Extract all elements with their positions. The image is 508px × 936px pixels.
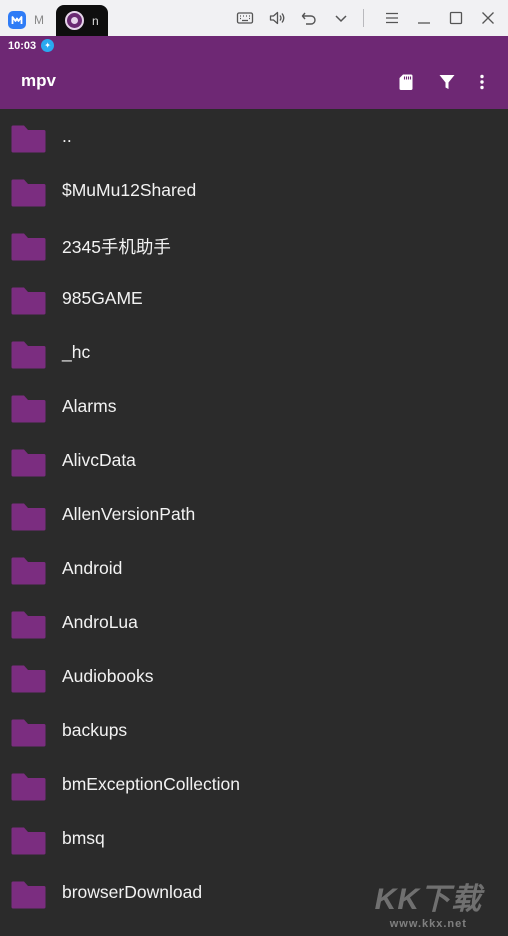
- mumu-logo-icon: [8, 11, 26, 29]
- page-title: mpv: [21, 71, 56, 90]
- folder-icon: [11, 556, 46, 585]
- folder-icon: [11, 448, 46, 477]
- sd-card-icon[interactable]: [392, 68, 420, 96]
- folder-name: _hc: [62, 342, 91, 362]
- folder-icon: [11, 394, 46, 423]
- folder-icon: [11, 286, 46, 315]
- volume-icon[interactable]: [261, 0, 293, 36]
- emulator-mpv-tab-label: n: [92, 13, 99, 28]
- folder-icon: [11, 610, 46, 639]
- folder-icon: [11, 232, 46, 261]
- folder-name: $MuMu12Shared: [62, 180, 197, 200]
- list-item[interactable]: Android: [0, 541, 508, 595]
- folder-name: ..: [62, 126, 72, 146]
- folder-icon: [11, 664, 46, 693]
- folder-icon: [11, 718, 46, 747]
- list-item[interactable]: AllenVersionPath: [0, 487, 508, 541]
- list-item[interactable]: backups: [0, 703, 508, 757]
- list-item[interactable]: $MuMu12Shared: [0, 163, 508, 217]
- folder-list: .. $MuMu12Shared 2345手机助手 985GAME _hc Alarms A…: [0, 109, 508, 919]
- minimize-icon[interactable]: [408, 0, 440, 36]
- folder-name: backups: [62, 720, 128, 740]
- list-item[interactable]: Audiobooks: [0, 649, 508, 703]
- folder-icon: [11, 880, 46, 909]
- watermark-url: www.kkx.net: [389, 918, 467, 930]
- back-icon[interactable]: [293, 0, 325, 36]
- emulator-home-tab[interactable]: M: [8, 7, 54, 33]
- watermark: KK下载 www.kkx.net: [375, 874, 482, 930]
- emulator-title-bar: M n: [0, 0, 508, 36]
- list-item[interactable]: Alarms: [0, 379, 508, 433]
- list-item[interactable]: bmsq: [0, 811, 508, 865]
- close-icon[interactable]: [472, 0, 504, 36]
- list-item[interactable]: ..: [0, 109, 508, 163]
- watermark-logo: KK下载: [374, 883, 482, 916]
- list-item[interactable]: 985GAME: [0, 271, 508, 325]
- folder-icon: [11, 826, 46, 855]
- menu-icon[interactable]: [376, 0, 408, 36]
- status-time: 10:03: [8, 39, 37, 52]
- folder-name: AndroLua: [62, 612, 138, 632]
- list-item[interactable]: bmExceptionCollection: [0, 757, 508, 811]
- list-item[interactable]: _hc: [0, 325, 508, 379]
- maximize-icon[interactable]: [440, 0, 472, 36]
- list-item[interactable]: AlivcData: [0, 433, 508, 487]
- filter-icon[interactable]: [433, 68, 461, 96]
- list-item[interactable]: 2345手机助手: [0, 217, 508, 271]
- mpv-logo-icon: [65, 11, 84, 30]
- folder-icon: [11, 178, 46, 207]
- folder-icon: [11, 502, 46, 531]
- android-status-bar: 10:03 ✦: [0, 36, 508, 55]
- toolbar-divider: [363, 9, 364, 27]
- emulator-mpv-tab[interactable]: n: [56, 5, 108, 36]
- folder-icon: [11, 340, 46, 369]
- folder-name: AllenVersionPath: [62, 504, 196, 524]
- folder-icon: [11, 772, 46, 801]
- folder-name: AlivcData: [62, 450, 136, 470]
- emulator-home-tab-label: M: [34, 13, 44, 27]
- app-bar: mpv: [0, 55, 508, 109]
- folder-icon: [11, 124, 46, 153]
- folder-name: bmExceptionCollection: [62, 774, 241, 794]
- list-item[interactable]: AndroLua: [0, 595, 508, 649]
- folder-name: bmsq: [62, 828, 105, 848]
- keyboard-icon[interactable]: [229, 0, 261, 36]
- folder-name: 985GAME: [62, 288, 143, 308]
- folder-name: Audiobooks: [62, 666, 154, 686]
- folder-name: browserDownload: [62, 882, 203, 902]
- folder-name: 2345手机助手: [62, 237, 171, 257]
- more-vert-icon[interactable]: [468, 68, 496, 96]
- folder-name: Alarms: [62, 396, 117, 416]
- notification-icon: ✦: [41, 39, 55, 52]
- chevron-down-icon[interactable]: [325, 0, 357, 36]
- folder-name: Android: [62, 558, 123, 578]
